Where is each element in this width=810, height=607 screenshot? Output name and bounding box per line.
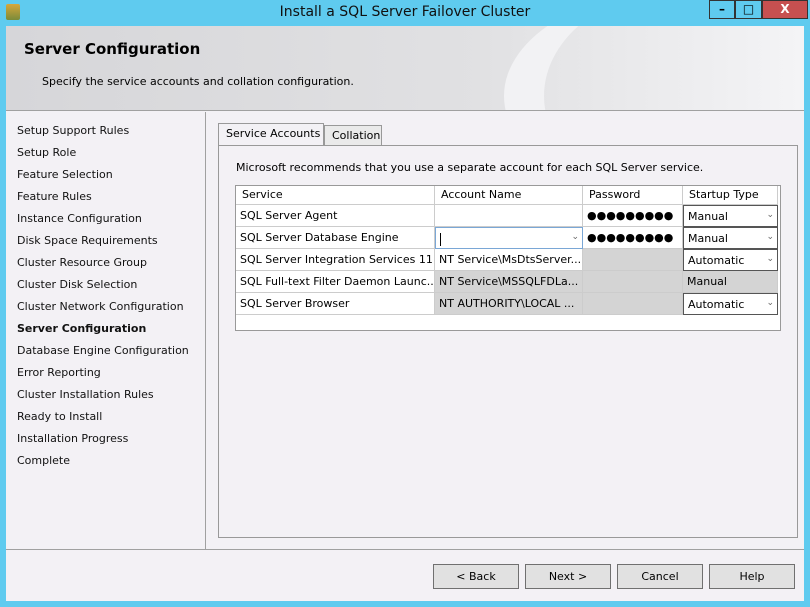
next-button[interactable]: Next > [525, 564, 611, 589]
column-header-text: Service [242, 188, 283, 201]
tab-service-accounts[interactable]: Service Accounts [218, 123, 324, 145]
service-cell: SQL Full-text Filter Daemon Launc... [236, 271, 435, 293]
nav-step[interactable]: Database Engine Configuration [17, 344, 189, 357]
column-header-text: Account Name [441, 188, 522, 201]
startup-type-select-text: Automatic [688, 298, 745, 311]
nav-step[interactable]: Ready to Install [17, 410, 102, 423]
chevron-down-icon[interactable]: ⌄ [571, 232, 579, 242]
nav-step[interactable]: Server Configuration [17, 322, 146, 335]
nav-step[interactable]: Installation Progress [17, 432, 128, 445]
maximize-button[interactable]: □ [735, 0, 762, 19]
service-cell-text: SQL Server Integration Services 11.0 [240, 253, 435, 266]
nav-step[interactable]: Setup Support Rules [17, 124, 129, 137]
title-bar: Install a SQL Server Failover Cluster – … [0, 0, 810, 25]
nav-step[interactable]: Error Reporting [17, 366, 101, 379]
password-cell [583, 249, 683, 271]
column-header[interactable]: Account Name [435, 186, 583, 205]
chevron-down-icon[interactable]: ⌄ [766, 232, 774, 242]
nav-step[interactable]: Cluster Disk Selection [17, 278, 137, 291]
startup-type-select-text: Manual [687, 275, 727, 288]
column-header-text: Startup Type [689, 188, 759, 201]
nav-step[interactable]: Complete [17, 454, 70, 467]
nav-step[interactable]: Setup Role [17, 146, 76, 159]
wizard-window: Server Configuration Specify the service… [6, 26, 804, 601]
recommendation-text: Microsoft recommends that you use a sepa… [236, 161, 704, 174]
account-name-cell-text: NT Service\MSSQLFDLa... [439, 275, 579, 288]
nav-step[interactable]: Instance Configuration [17, 212, 142, 225]
account-name-cell-text: NT AUTHORITY\LOCAL ... [439, 297, 575, 310]
startup-type-select-text: Manual [688, 210, 728, 223]
startup-type-select-text: Automatic [688, 254, 745, 267]
wizard-steps: Setup Support Rules Setup Role Feature Sel… [6, 112, 206, 549]
startup-type-select[interactable]: Automatic ⌄ [683, 249, 778, 271]
window-title: Install a SQL Server Failover Cluster [279, 4, 531, 20]
service-cell-text: SQL Server Browser [240, 297, 350, 310]
startup-type-select-text: Manual [688, 232, 728, 245]
column-header[interactable]: Service [236, 186, 435, 205]
account-name-cell: NT Service\MSSQLFDLa... [435, 271, 583, 293]
password-cell [583, 271, 683, 293]
service-cell-text: SQL Full-text Filter Daemon Launc... [240, 275, 435, 288]
account-name-cell-text: NT Service\MsDtsServer... [439, 253, 582, 266]
service-accounts-grid: Service Account Name Password Startup Type S… [235, 185, 781, 331]
page-subtitle: Specify the service accounts and collati… [42, 75, 354, 88]
text-cursor [440, 232, 441, 246]
service-cell-text: SQL Server Database Engine [240, 231, 399, 244]
chevron-down-icon[interactable]: ⌄ [766, 254, 774, 264]
nav-step[interactable]: Cluster Installation Rules [17, 388, 154, 401]
nav-step[interactable]: Disk Space Requirements [17, 234, 158, 247]
service-cell: SQL Server Browser [236, 293, 435, 315]
header-decoration [504, 26, 804, 110]
tab-collation[interactable]: Collation [324, 125, 382, 145]
service-cell: SQL Server Database Engine [236, 227, 435, 249]
password-cell[interactable]: ●●●●●●●●● [583, 205, 683, 227]
service-cell-text: SQL Server Agent [240, 209, 338, 222]
chevron-down-icon[interactable]: ⌄ [766, 298, 774, 308]
account-name-cell: NT AUTHORITY\LOCAL ... [435, 293, 583, 315]
back-button[interactable]: < Back [433, 564, 519, 589]
column-header[interactable]: Startup Type [683, 186, 778, 205]
password-cell[interactable]: ●●●●●●●●● [583, 227, 683, 249]
password-cell [583, 293, 683, 315]
page-title: Server Configuration [24, 40, 201, 58]
nav-step[interactable]: Feature Rules [17, 190, 92, 203]
account-name-cell[interactable] [435, 205, 583, 227]
page-header: Server Configuration Specify the service… [6, 26, 804, 111]
chevron-down-icon[interactable]: ⌄ [766, 210, 774, 220]
service-accounts-panel: Microsoft recommends that you use a sepa… [218, 145, 798, 538]
account-name-cell[interactable]: ⌄ [435, 227, 583, 249]
password-cell-text: ●●●●●●●●● [587, 209, 674, 222]
account-name-cell[interactable]: NT Service\MsDtsServer... [435, 249, 583, 271]
nav-step[interactable]: Cluster Resource Group [17, 256, 147, 269]
help-button[interactable]: Help [709, 564, 795, 589]
nav-step[interactable]: Cluster Network Configuration [17, 300, 184, 313]
startup-type-select[interactable]: Manual ⌄ [683, 205, 778, 227]
password-cell-text: ●●●●●●●●● [587, 231, 674, 244]
service-cell: SQL Server Agent [236, 205, 435, 227]
service-cell: SQL Server Integration Services 11.0 [236, 249, 435, 271]
minimize-button[interactable]: – [709, 0, 735, 19]
startup-type-select: Manual [683, 271, 778, 293]
button-bar: < Back Next > Cancel Help [6, 549, 804, 601]
nav-step[interactable]: Feature Selection [17, 168, 113, 181]
close-button[interactable]: X [762, 0, 808, 19]
startup-type-select[interactable]: Automatic ⌄ [683, 293, 778, 315]
column-header[interactable]: Password [583, 186, 683, 205]
startup-type-select[interactable]: Manual ⌄ [683, 227, 778, 249]
cancel-button[interactable]: Cancel [617, 564, 703, 589]
column-header-text: Password [589, 188, 641, 201]
